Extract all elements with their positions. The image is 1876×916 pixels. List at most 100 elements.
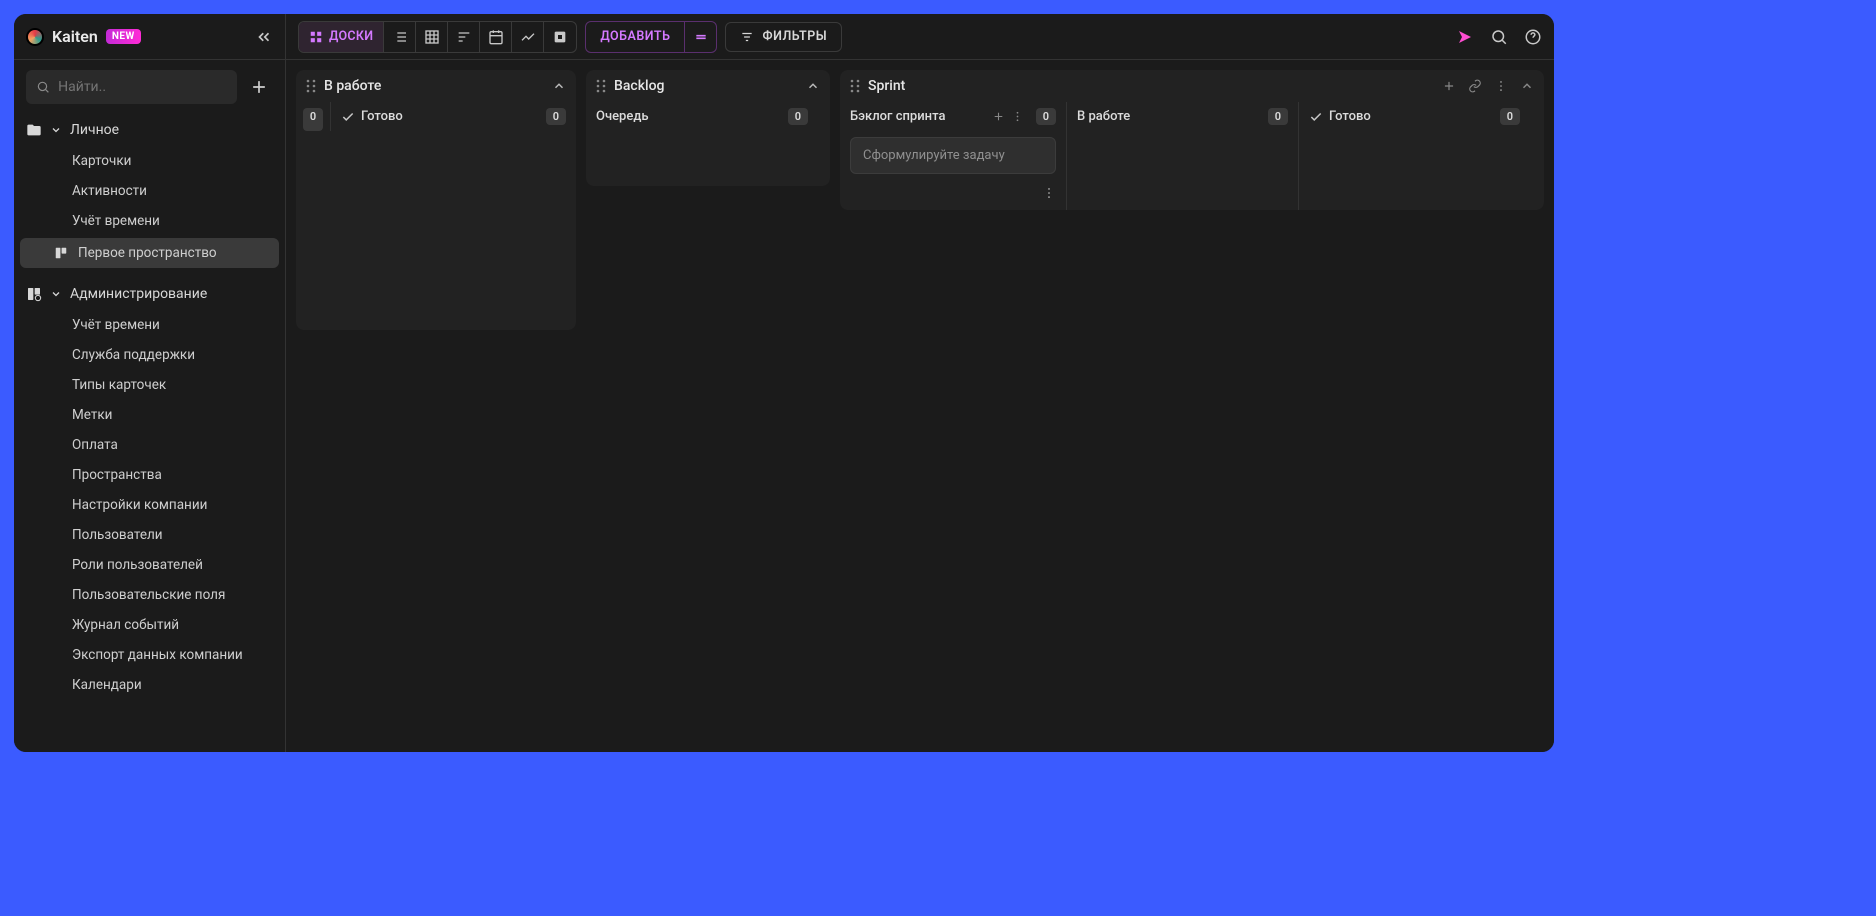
help-icon[interactable] [1524,28,1542,46]
filters-button[interactable]: ФИЛЬТРЫ [725,22,842,52]
folder-icon [26,122,42,138]
sidebar-item-activities[interactable]: Активности [14,176,285,206]
sidebar-item-timetracking[interactable]: Учёт времени [14,206,285,236]
lane-header: Готово 0 [1299,102,1530,131]
sidebar-item-admin-12[interactable]: Календари [14,670,285,700]
drag-handle-icon[interactable] [850,79,860,93]
add-card-icon[interactable] [992,110,1005,123]
sidebar-item-admin-6[interactable]: Настройки компании [14,490,285,520]
chevron-down-icon [50,124,62,136]
view-table[interactable] [416,22,448,52]
sidebar-item-admin-4[interactable]: Оплата [14,430,285,460]
collapse-sidebar-icon[interactable] [255,28,273,46]
sidebar-item-cards[interactable]: Карточки [14,146,285,176]
lane-done: Готово 0 [330,102,576,131]
menu-icon [693,29,709,45]
new-card-input[interactable]: Сформулируйте задачу [850,137,1056,174]
search-row [14,60,285,114]
add-space-button[interactable] [245,77,273,97]
more-icon[interactable] [1494,79,1508,93]
view-calendar[interactable] [480,22,512,52]
collapse-board-icon[interactable] [552,79,566,93]
lane-queue: Очередь 0 [586,102,818,131]
board-title: Backlog [614,78,664,94]
sidebar-item-label: Первое пространство [78,245,217,261]
sidebar-item-admin-11[interactable]: Экспорт данных компании [14,640,285,670]
view-archive[interactable] [544,22,576,52]
filters-label: ФИЛЬТРЫ [762,29,827,44]
sidebar-section-admin[interactable]: Администрирование [14,278,285,310]
lane-footer-menu-icon[interactable] [1042,186,1056,200]
check-icon [341,110,355,124]
lane-name: В работе [1077,109,1130,124]
chart-icon [520,29,536,45]
search-input[interactable] [58,79,227,95]
sidebar-item-admin-3[interactable]: Метки [14,400,285,430]
collapse-board-icon[interactable] [1520,79,1534,93]
bars-icon [456,29,472,45]
drag-handle-icon[interactable] [306,79,316,93]
archive-icon [552,29,568,45]
app-root: Kaiten NEW Личное Карточки Активности [14,14,1554,752]
check-icon [1309,110,1323,124]
sidebar-item-admin-1[interactable]: Служба поддержки [14,340,285,370]
lane-header: Бэклог спринта 0 [840,102,1066,131]
view-timeline[interactable] [448,22,480,52]
sidebar-item-admin-5[interactable]: Пространства [14,460,285,490]
sidebar-item-first-space[interactable]: Первое пространство [20,238,279,268]
board-header: Sprint [840,70,1544,102]
gear-badge-icon [26,286,42,302]
sidebar-item-admin-8[interactable]: Роли пользователей [14,550,285,580]
count-badge: 0 [303,108,323,131]
sidebar-item-admin-10[interactable]: Журнал событий [14,610,285,640]
add-lane-icon[interactable] [1442,79,1456,93]
search-box[interactable] [26,70,237,104]
view-boards-label: ДОСКИ [329,29,373,44]
collapse-board-icon[interactable] [806,79,820,93]
sidebar-item-admin-0[interactable]: Учёт времени [14,310,285,340]
view-switcher: ДОСКИ [298,21,577,53]
lane-name: Готово [361,109,403,124]
boards-area: В работе 0 Готово 0 [286,60,1554,752]
calendar-icon [488,29,504,45]
search-icon[interactable] [1490,28,1508,46]
count-badge: 0 [788,108,808,125]
view-list[interactable] [384,22,416,52]
board-title: В работе [324,78,381,94]
sidebar-item-admin-2[interactable]: Типы карточек [14,370,285,400]
lane-header: Очередь 0 [586,102,818,131]
lane-name: Готово [1329,109,1371,124]
board-header: Backlog [586,70,830,102]
sidebar-section-label: Личное [70,122,119,138]
lane-footer [840,180,1066,210]
lane-name: Бэклог спринта [850,109,945,124]
add-menu-button[interactable] [684,22,716,52]
lane-header: Готово 0 [331,102,576,131]
view-boards[interactable]: ДОСКИ [299,22,384,52]
add-button[interactable]: ДОБАВИТЬ [586,22,684,52]
board-icon [54,246,68,260]
lane-menu-icon[interactable] [1011,110,1024,123]
chevron-down-icon [50,288,62,300]
board-sprint: Sprint [840,70,1544,210]
table-icon [424,29,440,45]
view-chart[interactable] [512,22,544,52]
board-backlog: Backlog Очередь 0 [586,70,830,186]
logo-icon [26,28,44,46]
link-icon[interactable] [1468,79,1482,93]
board-left-count-col: 0 [296,102,330,131]
sidebar-item-admin-9[interactable]: Пользовательские поля [14,580,285,610]
app-name: Kaiten [52,27,98,46]
sidebar-section-personal[interactable]: Личное [14,114,285,146]
main: ДОСКИ [286,14,1554,752]
sidebar-item-admin-7[interactable]: Пользователи [14,520,285,550]
lane-sprint-backlog: Бэклог спринта 0 Сформулируйте задачу [840,102,1066,210]
lane-done: Готово 0 [1298,102,1530,210]
lane-in-progress: В работе 0 [1066,102,1298,210]
board-title: Sprint [868,78,905,94]
sidebar: Kaiten NEW Личное Карточки Активности [14,14,286,752]
notifications-icon[interactable] [1456,28,1474,46]
drag-handle-icon[interactable] [596,79,606,93]
count-badge: 0 [1500,108,1520,125]
toolbar: ДОСКИ [286,14,1554,60]
